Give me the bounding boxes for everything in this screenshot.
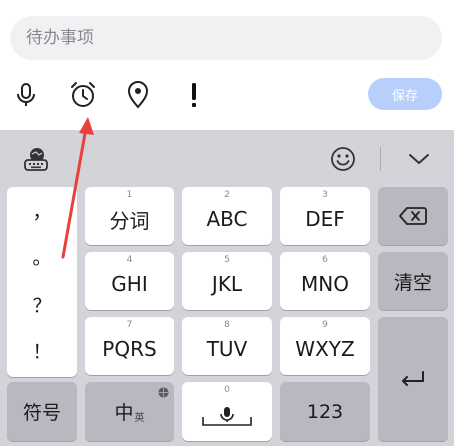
backspace-icon [399, 207, 427, 225]
keyboard-toolbar [0, 130, 454, 186]
key-6[interactable]: 6 MNO [280, 252, 370, 310]
punctuation-comma[interactable]: ， [7, 197, 77, 224]
key-5[interactable]: 5 JKL [182, 252, 272, 310]
enter-button[interactable] [378, 317, 448, 441]
key-1[interactable]: 1 分词 [85, 187, 174, 245]
punctuation-exclamation[interactable]: ！ [7, 337, 77, 364]
microphone-icon[interactable] [9, 78, 43, 112]
toolbar-divider [380, 147, 381, 171]
language-switch-button[interactable]: 中 英 [85, 382, 174, 441]
symbols-button[interactable]: 符号 [7, 382, 77, 441]
key-7[interactable]: 7 PQRS [85, 317, 174, 375]
backspace-button[interactable] [378, 187, 448, 245]
keyboard: ， 。 ？ ！ 1 分词 2 ABC 3 DEF 4 GHI 5 JKL 6 M… [0, 130, 454, 446]
exclamation-icon[interactable] [177, 78, 211, 112]
key-4[interactable]: 4 GHI [85, 252, 174, 310]
space-microphone-icon [202, 406, 252, 426]
globe-icon [158, 387, 169, 398]
save-button[interactable]: 保存 [368, 78, 442, 110]
punctuation-period[interactable]: 。 [7, 243, 77, 270]
chevron-down-icon[interactable] [402, 142, 436, 176]
punctuation-column: ， 。 ？ ！ [7, 187, 77, 377]
key-9[interactable]: 9 WXYZ [280, 317, 370, 375]
numbers-button[interactable]: 123 [280, 382, 370, 441]
location-pin-icon[interactable] [121, 78, 155, 112]
todo-input[interactable] [10, 16, 442, 60]
todo-panel: 保存 [0, 0, 454, 130]
emoji-icon[interactable] [326, 142, 360, 176]
key-2[interactable]: 2 ABC [182, 187, 272, 245]
clear-button[interactable]: 清空 [378, 252, 448, 310]
key-8[interactable]: 8 TUV [182, 317, 272, 375]
key-3[interactable]: 3 DEF [280, 187, 370, 245]
space-button[interactable]: 0 [182, 382, 272, 441]
enter-icon [402, 371, 424, 386]
keyboard-globe-icon[interactable] [19, 142, 53, 176]
alarm-clock-icon[interactable] [66, 78, 100, 112]
punctuation-question[interactable]: ？ [7, 291, 77, 318]
